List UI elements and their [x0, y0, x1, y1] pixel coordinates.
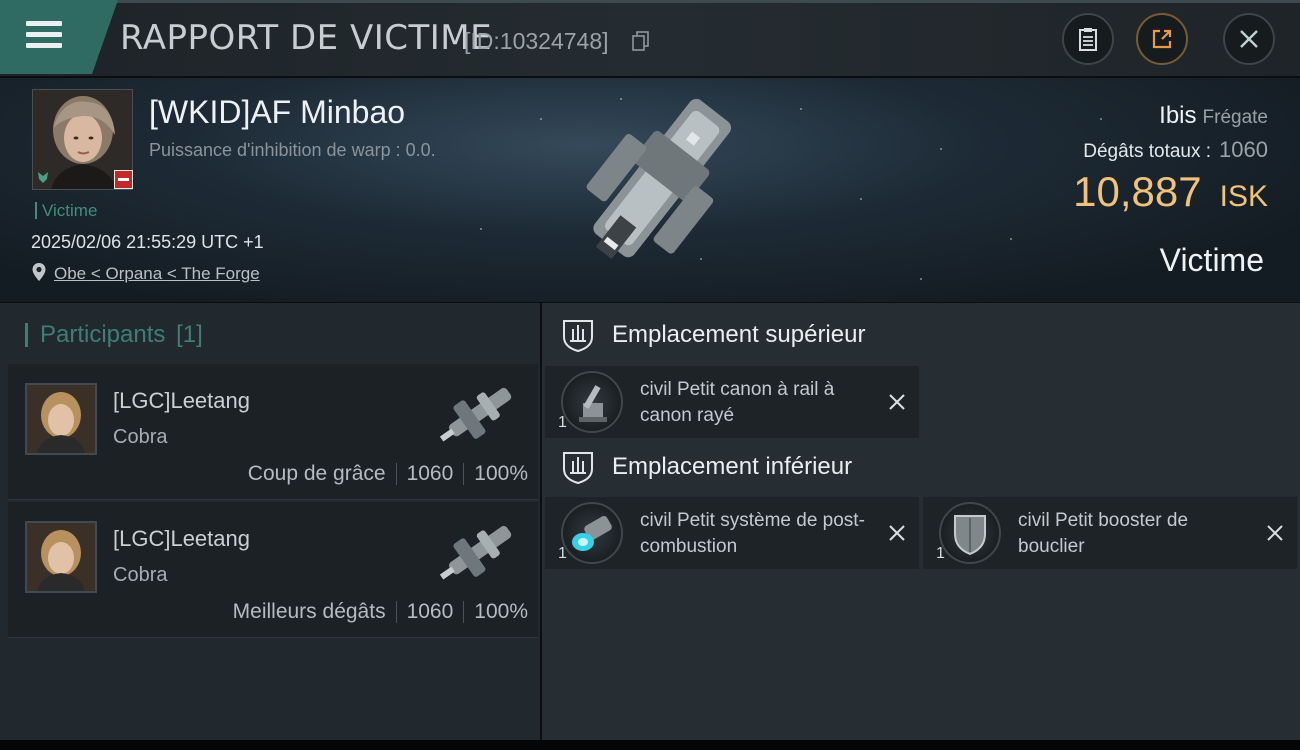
- victim-summary: [WKID]AF Minbao Puissance d'inhibition d…: [0, 78, 1300, 302]
- participant-role: Coup de grâce: [247, 462, 386, 485]
- title-bar: RAPPORT DE VICTIME [ID:10324748]: [0, 0, 1300, 76]
- isk-value: 10,887 ISK: [1073, 168, 1268, 216]
- module-item[interactable]: 1 civil Petit booster de bouclier: [923, 497, 1297, 569]
- participant-stats: Meilleurs dégâts 1060 100%: [233, 600, 528, 624]
- kill-datetime: 2025/02/06 21:55:29 UTC +1: [31, 232, 264, 252]
- bottom-edge: [0, 740, 1300, 750]
- participant-ship: Cobra: [113, 564, 168, 586]
- isk-amount: 10,887: [1073, 168, 1202, 215]
- warp-disruption-text: Puissance d'inhibition de warp : 0.0.: [149, 140, 436, 160]
- participant-ship-image[interactable]: [426, 370, 526, 460]
- participant-portrait: [27, 385, 95, 453]
- hostile-status-badge: [114, 170, 133, 189]
- module-item[interactable]: 1 civil Petit système de post-combustion: [545, 497, 919, 569]
- module-item[interactable]: 1 civil Petit canon à rail à canon rayé: [545, 366, 919, 438]
- copy-icon[interactable]: [632, 31, 650, 51]
- stats-divider: [395, 601, 397, 623]
- participant-ship: Cobra: [113, 426, 168, 448]
- participant-row[interactable]: [LGC]Leetang Cobra Coup de grâce 1060 10…: [8, 364, 538, 500]
- low-slot-header: Emplacement inférieur: [560, 449, 852, 485]
- victim-ship-info: Ibis Frégate: [1159, 102, 1268, 130]
- close-icon: [1240, 30, 1258, 48]
- shield-booster-icon: [939, 502, 1001, 564]
- participants-count: [1]: [176, 321, 203, 348]
- victim-name[interactable]: [WKID]AF Minbao: [149, 94, 405, 131]
- module-quantity: 1: [936, 545, 945, 562]
- stats-divider: [463, 601, 465, 623]
- participant-percent: 100%: [474, 462, 528, 485]
- participant-stats: Coup de grâce 1060 100%: [248, 462, 528, 486]
- clipboard-icon: [1079, 28, 1097, 51]
- menu-button[interactable]: [0, 0, 118, 74]
- result-label: Victime: [1159, 242, 1264, 278]
- participant-damage: 1060: [406, 600, 454, 623]
- module-name: civil Petit canon à rail à canon rayé: [640, 379, 835, 426]
- page-title: RAPPORT DE VICTIME: [120, 18, 493, 58]
- participant-ship-image[interactable]: [426, 508, 526, 598]
- total-damage: Dégâts totaux : 1060: [1083, 137, 1268, 163]
- stats-divider: [395, 463, 397, 485]
- participant-damage: 1060: [406, 462, 454, 485]
- high-slot-icon: [563, 320, 593, 353]
- high-slot-header: Emplacement supérieur: [560, 317, 865, 353]
- location-pin-icon: [32, 263, 46, 281]
- victim-ship-image[interactable]: [560, 84, 760, 294]
- isk-currency: ISK: [1219, 180, 1268, 213]
- module-name: civil Petit système de post-combustion: [640, 510, 865, 557]
- participant-portrait: [27, 523, 95, 591]
- participant-percent: 100%: [474, 600, 528, 623]
- low-slot-title: Emplacement inférieur: [612, 453, 853, 480]
- participant-row[interactable]: [LGC]Leetang Cobra Meilleurs dégâts 1060…: [8, 502, 538, 638]
- destroyed-x-icon: [889, 394, 905, 410]
- module-name: civil Petit booster de bouclier: [1018, 510, 1189, 557]
- participant-avatar[interactable]: [25, 383, 97, 455]
- participants-header: Participants [1]: [25, 321, 203, 349]
- total-damage-label: Dégâts totaux :: [1083, 141, 1212, 162]
- module-quantity: 1: [558, 414, 567, 431]
- low-slot-icon: [563, 452, 593, 485]
- participant-role: Meilleurs dégâts: [232, 600, 386, 623]
- report-id: [ID:10324748]: [464, 28, 609, 54]
- total-damage-value: 1060: [1219, 137, 1268, 162]
- participant-name[interactable]: [LGC]Leetang: [113, 388, 250, 414]
- fitting-panel: Emplacement supérieur 1 civil Petit cano…: [542, 303, 1300, 740]
- afterburner-icon: [561, 502, 623, 564]
- title-bar-border: [0, 0, 1300, 3]
- destroyed-x-icon: [1267, 525, 1283, 541]
- participants-title: Participants: [40, 321, 166, 348]
- share-button[interactable]: [1136, 13, 1188, 65]
- ship-name[interactable]: Ibis: [1159, 102, 1196, 129]
- module-quantity: 1: [558, 545, 567, 562]
- victim-role-label: Victime: [35, 202, 97, 219]
- participant-avatar[interactable]: [25, 521, 97, 593]
- railgun-icon: [561, 371, 623, 433]
- close-button[interactable]: [1223, 13, 1275, 65]
- corp-icon: [38, 172, 48, 183]
- destroyed-x-icon: [889, 525, 905, 541]
- menu-icon: [26, 21, 62, 49]
- location-link[interactable]: Obe < Orpana < The Forge: [54, 264, 260, 284]
- clipboard-button[interactable]: [1062, 13, 1114, 65]
- share-icon: [1152, 29, 1172, 49]
- participant-name[interactable]: [LGC]Leetang: [113, 526, 250, 552]
- participants-panel: Participants [1] [LGC]Leetang Cobra Coup…: [0, 303, 540, 740]
- high-slot-title: Emplacement supérieur: [612, 321, 866, 348]
- stats-divider: [463, 463, 465, 485]
- ship-class: Frégate: [1202, 107, 1268, 128]
